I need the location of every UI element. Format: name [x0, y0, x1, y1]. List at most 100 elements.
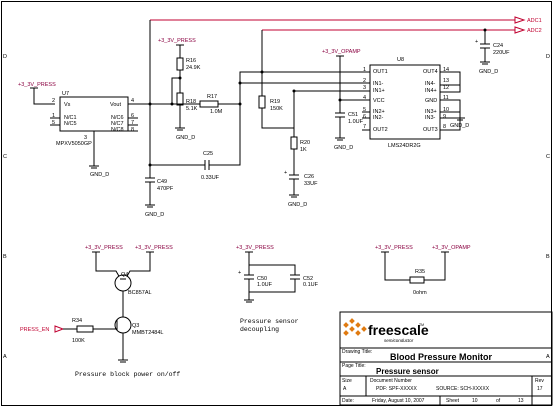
schematic-drawing: D C B A D C B A ADC1 ADC2 +3_3V_PRESS U7…: [1, 1, 553, 406]
svg-text:VCC: VCC: [373, 98, 385, 104]
power-block-note: Pressure block power on/off: [75, 371, 180, 378]
drawing-title-label: Drawing Title:: [342, 349, 372, 355]
svg-text:8: 8: [443, 124, 446, 130]
c51-gnd-label: GND_D: [334, 145, 353, 151]
freescale-logo: freescale TM semiconductor: [343, 318, 429, 343]
sheet-total: 13: [518, 398, 524, 404]
svg-text:1.0M: 1.0M: [210, 109, 223, 115]
svg-text:IN1+: IN1+: [373, 88, 385, 94]
rev-value: 17: [537, 386, 543, 392]
decoupling-note-2: decoupling: [240, 326, 279, 333]
logo-subtext: semiconductor: [384, 338, 414, 343]
svg-text:5.1K: 5.1K: [186, 106, 198, 112]
svg-text:8: 8: [131, 127, 134, 133]
c24-capacitor: + C24 220UF GND_D: [475, 39, 510, 75]
date-label: Date:: [342, 398, 354, 404]
doc-source: SOURCE: SCH-XXXXX: [436, 386, 490, 392]
svg-text:OUT2: OUT2: [373, 127, 388, 133]
svg-text:0.1UF: 0.1UF: [303, 282, 319, 288]
svg-text:13: 13: [443, 78, 449, 84]
power-switch-block: +3_3V_PRESS +3_3V_PRESS Q4 BC857AL Q3 MM…: [20, 245, 180, 378]
svg-text:+: +: [475, 39, 478, 45]
u7-part: MPXV5050GP: [56, 141, 92, 147]
svg-text:C51: C51: [348, 112, 358, 118]
svg-text:1K: 1K: [300, 147, 307, 153]
svg-text:33UF: 33UF: [304, 181, 318, 187]
decoupling-block: +3_3V_PRESS + C50 1.0UF C52 0.1UF Pressu…: [236, 245, 319, 333]
svg-text:Vs: Vs: [64, 102, 71, 108]
r16-r18-divider: +3_3V_PRESS R16 24.9K R18 5.1K GND_D: [158, 38, 201, 141]
svg-text:2: 2: [363, 78, 366, 84]
svg-text:R20: R20: [300, 140, 310, 146]
svg-text:R17: R17: [207, 94, 217, 100]
svg-text:N/C5: N/C5: [64, 121, 77, 127]
svg-text:BC857AL: BC857AL: [128, 290, 152, 296]
q4-emitter-supply-label: +3_3V_PRESS: [85, 245, 123, 251]
svg-text:4: 4: [131, 98, 134, 104]
svg-text:470PF: 470PF: [157, 186, 174, 192]
svg-text:OUT3: OUT3: [423, 127, 438, 133]
svg-text:+: +: [284, 170, 287, 176]
svg-text:IN4+: IN4+: [425, 88, 437, 94]
svg-text:0.33UF: 0.33UF: [201, 175, 220, 181]
svg-text:IN2-: IN2-: [373, 115, 384, 121]
svg-text:3: 3: [363, 85, 366, 91]
svg-text:7: 7: [363, 124, 366, 130]
c25-capacitor: C25 0.33UF: [148, 102, 242, 181]
svg-text:2: 2: [52, 98, 55, 104]
svg-text:12: 12: [443, 85, 449, 91]
c49-capacitor: C49 470PF GND_D: [145, 165, 174, 218]
u8-supply-label: +3_3V_OPAMP: [322, 49, 361, 55]
r16-supply-label: +3_3V_PRESS: [158, 38, 196, 44]
svg-text:R19: R19: [270, 99, 280, 105]
svg-text:GND: GND: [425, 98, 437, 104]
border-mark-right-a: A: [546, 354, 550, 360]
c49-gnd-label: GND_D: [145, 212, 164, 218]
logo-tm: TM: [419, 323, 424, 327]
svg-text:9: 9: [443, 114, 446, 120]
border-mark-left-b: B: [3, 254, 7, 260]
svg-text:C25: C25: [203, 151, 213, 157]
schematic-sheet: { "nets": { "adc1": "ADC1", "adc2": "ADC…: [0, 0, 553, 407]
net-label-adc2: ADC2: [527, 28, 542, 34]
svg-text:6: 6: [363, 114, 366, 120]
sheet-of-label: of: [496, 398, 501, 404]
svg-text:IN3-: IN3-: [425, 115, 436, 121]
title-block: freescale TM semiconductor Drawing Title…: [339, 311, 553, 406]
sheet-number: 10: [472, 398, 478, 404]
svg-text:MMBT2484L: MMBT2484L: [132, 330, 164, 336]
svg-text:1.0UF: 1.0UF: [348, 119, 364, 125]
r18-gnd-label: GND_D: [176, 135, 195, 141]
svg-text:N/C8: N/C8: [111, 127, 124, 133]
svg-text:IN4-: IN4-: [425, 81, 436, 87]
svg-text:0ohm: 0ohm: [413, 290, 427, 296]
border-mark-left-c: C: [3, 154, 7, 160]
r35-right-supply-label: +3_3V_OPAMP: [432, 245, 471, 251]
u7-supply-label: +3_3V_PRESS: [18, 82, 56, 88]
svg-text:1.0UF: 1.0UF: [257, 282, 273, 288]
svg-text:R16: R16: [186, 58, 196, 64]
svg-text:150K: 150K: [270, 106, 283, 112]
sheet-border: [1, 1, 552, 406]
u8-ref: U8: [397, 57, 404, 63]
size-value: A: [343, 386, 347, 392]
svg-text:IN1-: IN1-: [373, 81, 384, 87]
q4-collector-supply-label: +3_3V_PRESS: [135, 245, 173, 251]
drawing-title: Blood Pressure Monitor: [390, 352, 493, 362]
c24-gnd-label: GND_D: [479, 69, 498, 75]
u7-pressure-sensor: +3_3V_PRESS U7 Vs N/C1 N/C5 Vout N/C6 N/…: [18, 82, 138, 178]
u7-gnd-label: GND_D: [90, 172, 109, 178]
adc-nets: ADC1 ADC2: [150, 16, 542, 44]
border-mark-left-a: A: [3, 354, 7, 360]
u7-ref: U7: [62, 91, 69, 97]
date-value: Friday, August 10, 2007: [372, 398, 425, 404]
svg-text:Q3: Q3: [132, 323, 139, 329]
svg-text:24.9K: 24.9K: [186, 65, 201, 71]
u8-part: LMS24DR2G: [388, 143, 421, 149]
r35-block: +3_3V_PRESS +3_3V_OPAMP R35 0ohm: [375, 245, 471, 296]
svg-text:C24: C24: [493, 43, 503, 49]
press-en-label: PRESS_EN: [20, 327, 49, 333]
u8-supply: +3_3V_OPAMP C51 1.0UF GND_D: [322, 49, 370, 151]
doc-number: PDF: SPF-XXXXX: [376, 386, 418, 392]
svg-text:OUT4: OUT4: [423, 69, 438, 75]
